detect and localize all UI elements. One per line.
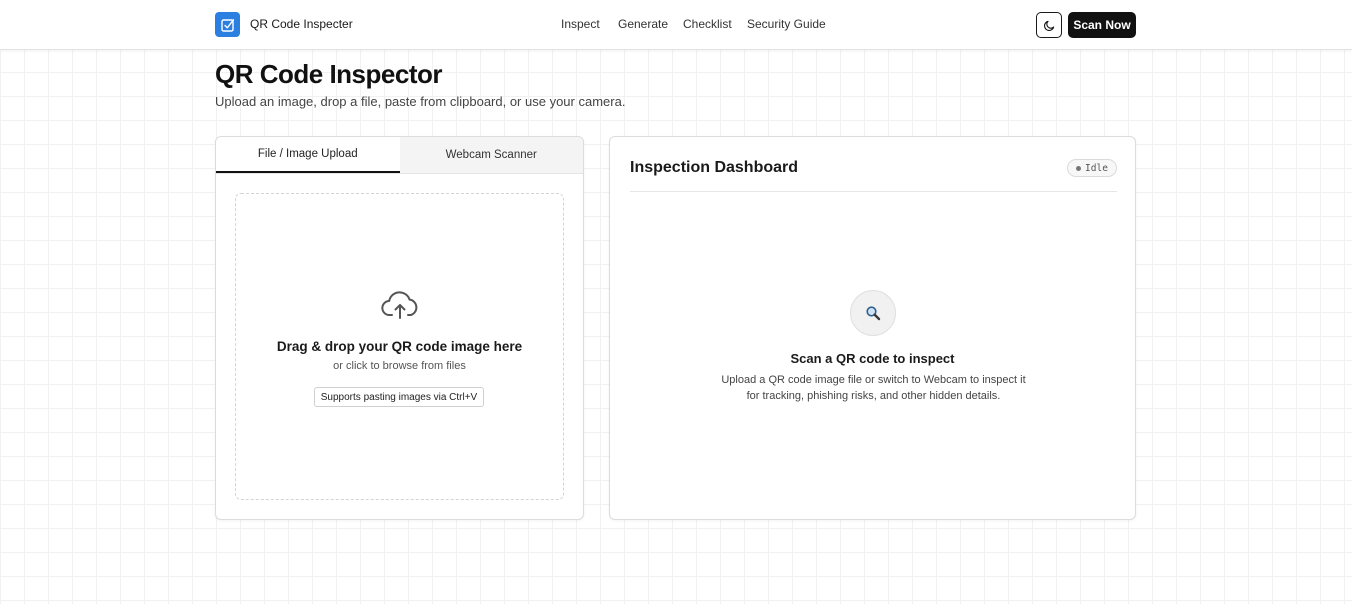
- top-navbar: QR Code Inspecter Inspect Generate Check…: [0, 0, 1352, 50]
- theme-toggle-button[interactable]: [1036, 12, 1062, 38]
- page-title: QR Code Inspector: [215, 59, 442, 89]
- cloud-upload-icon: [381, 291, 418, 319]
- empty-state-title: Scan a QR code to inspect: [790, 351, 955, 366]
- status-dot-icon: [1076, 165, 1082, 171]
- dashboard-title: Inspection Dashboard: [630, 159, 799, 176]
- dropzone-subtitle: or click to browse from files: [333, 360, 466, 372]
- file-dropzone[interactable]: Drag & drop your QR code image here or c…: [235, 193, 564, 500]
- brand-name[interactable]: QR Code Inspecter: [250, 17, 353, 31]
- page-subtitle: Upload an image, drop a file, paste from…: [215, 94, 626, 109]
- checkbox-icon: [220, 18, 234, 32]
- upload-tabs: File / Image Upload Webcam Scanner: [216, 137, 583, 174]
- upload-panel: File / Image Upload Webcam Scanner Drag …: [215, 136, 584, 520]
- divider: [630, 191, 1117, 192]
- moon-icon: [1043, 20, 1054, 31]
- nav-checklist[interactable]: Checklist: [683, 17, 732, 31]
- empty-state-text: Upload a QR code image file or switch to…: [721, 374, 1026, 402]
- empty-state-icon: [850, 290, 896, 336]
- logo[interactable]: [215, 12, 240, 37]
- nav-generate[interactable]: Generate: [618, 17, 668, 31]
- paste-hint-badge: Supports pasting images via Ctrl+V: [314, 387, 484, 407]
- status-label: Idle: [1085, 162, 1108, 174]
- scan-now-button[interactable]: Scan Now: [1068, 12, 1136, 38]
- tab-file-upload[interactable]: File / Image Upload: [216, 137, 400, 173]
- nav-security-guide[interactable]: Security Guide: [747, 17, 826, 31]
- dropzone-title: Drag & drop your QR code image here: [276, 339, 523, 354]
- magnifier-icon: [866, 306, 881, 321]
- nav-inspect[interactable]: Inspect: [561, 17, 600, 31]
- inspection-dashboard: Inspection Dashboard Idle Scan a QR code…: [609, 136, 1136, 520]
- tab-webcam-scanner[interactable]: Webcam Scanner: [399, 137, 583, 173]
- status-badge: Idle: [1067, 159, 1117, 177]
